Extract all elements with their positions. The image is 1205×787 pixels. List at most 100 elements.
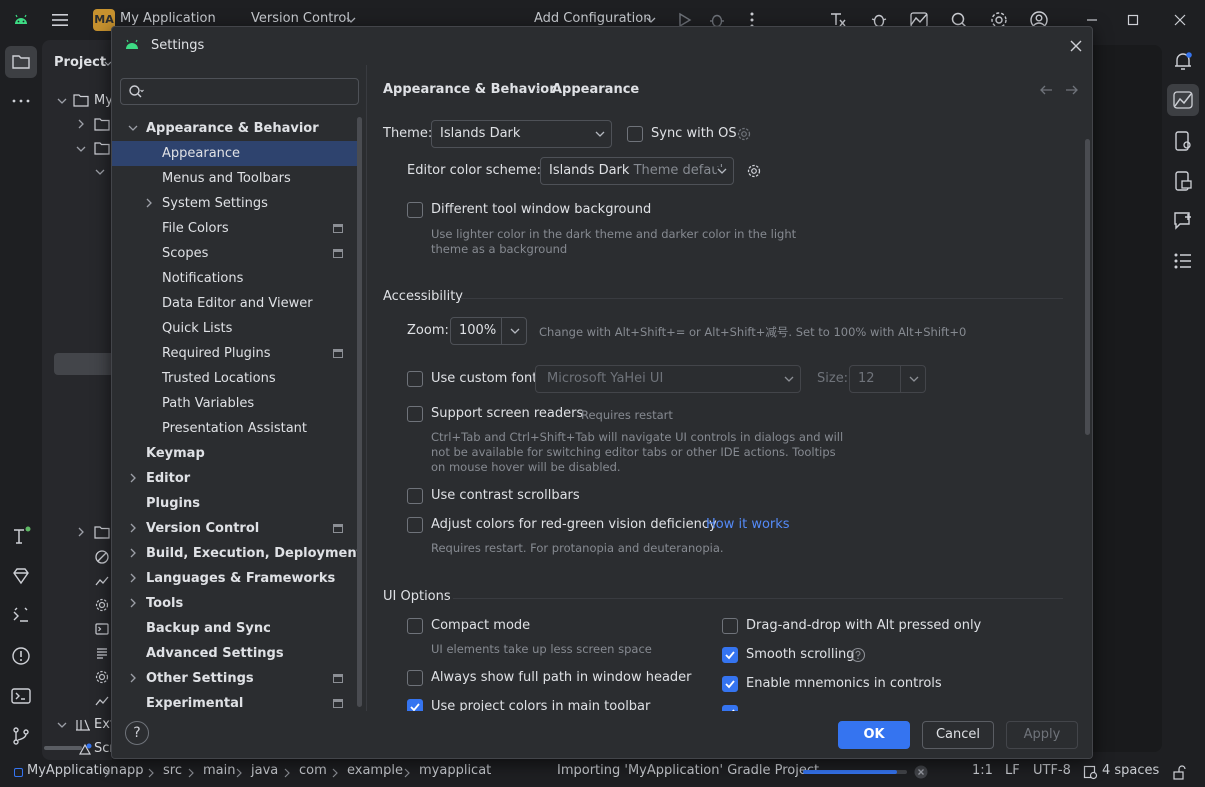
close-icon[interactable] xyxy=(1068,38,1084,54)
screen-readers-checkbox[interactable] xyxy=(407,406,423,422)
contrast-scrollbars-checkbox[interactable] xyxy=(407,488,423,504)
tree-item[interactable]: Presentation Assistant xyxy=(112,416,357,441)
gear-icon[interactable] xyxy=(746,163,762,179)
tree-item[interactable]: Appearance & Behavior xyxy=(112,116,357,141)
main-menu-icon[interactable] xyxy=(50,11,70,29)
breadcrumb-segment[interactable]: main xyxy=(203,763,235,778)
structure-icon[interactable] xyxy=(1171,249,1195,273)
tree-item[interactable]: Backup and Sync xyxy=(112,616,357,641)
tree-item[interactable]: Notifications xyxy=(112,266,357,291)
project-name[interactable]: My Application xyxy=(120,11,216,26)
chevron-down-icon[interactable] xyxy=(57,720,67,730)
horizontal-scrollbar[interactable] xyxy=(44,746,82,750)
full-path-label[interactable]: Always show full path in window header xyxy=(431,670,692,685)
tree-item[interactable]: Appearance xyxy=(112,141,357,166)
drag-drop-label[interactable]: Drag-and-drop with Alt pressed only xyxy=(746,618,981,633)
build-icon[interactable] xyxy=(9,524,33,548)
smooth-scrolling-label[interactable]: Smooth scrolling xyxy=(746,647,855,662)
breadcrumb-parent[interactable]: Appearance & Behavior xyxy=(383,82,556,97)
help-icon[interactable] xyxy=(850,647,866,663)
back-arrow-icon[interactable] xyxy=(1039,84,1053,96)
chevron-down-icon[interactable] xyxy=(128,123,138,133)
tree-item[interactable]: Languages & Frameworks xyxy=(112,566,357,591)
breadcrumb-segment[interactable]: src xyxy=(163,763,182,778)
diff-bg-label[interactable]: Different tool window background xyxy=(431,202,651,217)
app-quality-tool-icon[interactable] xyxy=(1167,84,1199,116)
tree-item[interactable]: Keymap xyxy=(112,441,357,466)
tree-item[interactable]: Editor xyxy=(112,466,357,491)
tree-item[interactable]: Other Settings xyxy=(112,666,357,691)
cancel-button[interactable]: Cancel xyxy=(922,721,994,749)
cancel-task-icon[interactable] xyxy=(913,764,929,780)
compact-mode-checkbox[interactable] xyxy=(407,618,423,634)
chevron-right-icon[interactable] xyxy=(76,527,86,537)
tree-item[interactable]: Path Variables xyxy=(112,391,357,416)
chevron-right-icon[interactable] xyxy=(128,598,138,608)
problems-icon[interactable] xyxy=(9,644,33,668)
indent-setting[interactable]: 4 spaces xyxy=(1102,763,1159,778)
running-devices-icon[interactable] xyxy=(1171,209,1195,233)
device-manager-icon[interactable] xyxy=(1171,129,1195,153)
breadcrumb-segment[interactable]: example xyxy=(347,763,403,778)
sync-os-checkbox[interactable] xyxy=(627,126,643,142)
compact-mode-label[interactable]: Compact mode xyxy=(431,618,530,633)
theme-combo[interactable]: Islands Dark xyxy=(431,120,612,148)
tree-item[interactable]: Experimental xyxy=(112,691,357,711)
breadcrumb-segment[interactable]: com xyxy=(299,763,327,778)
project-panel-title[interactable]: Project xyxy=(54,55,106,70)
settings-search-input[interactable] xyxy=(120,78,359,105)
project-colors-checkbox[interactable] xyxy=(407,699,423,711)
forward-arrow-icon[interactable] xyxy=(1065,84,1079,96)
notifications-icon[interactable] xyxy=(1171,49,1195,73)
run-config-widget[interactable]: Add Configuration xyxy=(534,11,651,26)
terminal-icon[interactable] xyxy=(9,684,33,708)
project-colors-label[interactable]: Use project colors in main toolbar xyxy=(431,699,650,711)
zoom-combo[interactable]: 100% xyxy=(450,317,527,345)
file-encoding[interactable]: UTF-8 xyxy=(1033,763,1071,778)
how-it-works-link[interactable]: How it works xyxy=(706,517,790,532)
size-combo[interactable]: 12 xyxy=(849,365,926,393)
gem-icon[interactable] xyxy=(9,564,33,588)
scheme-combo[interactable]: Islands Dark Theme defaul xyxy=(540,157,734,185)
background-task-label[interactable]: Importing 'MyApplication' Gradle Project xyxy=(557,763,819,778)
caret-position[interactable]: 1:1 xyxy=(972,763,993,778)
chevron-right-icon[interactable] xyxy=(128,523,138,533)
breadcrumb-segment[interactable]: myapplicat xyxy=(419,763,491,778)
tree-item[interactable]: System Settings xyxy=(112,191,357,216)
tree-item[interactable]: Version Control xyxy=(112,516,357,541)
more-tools-icon[interactable] xyxy=(9,89,33,113)
tree-item[interactable]: Data Editor and Viewer xyxy=(112,291,357,316)
chevron-down-icon[interactable] xyxy=(95,167,105,177)
device-explorer-icon[interactable] xyxy=(1171,169,1195,193)
red-green-label[interactable]: Adjust colors for red-green vision defic… xyxy=(431,517,717,532)
line-separator[interactable]: LF xyxy=(1005,763,1020,778)
mnemonics-label[interactable]: Enable mnemonics in controls xyxy=(746,676,942,691)
maximize-icon[interactable] xyxy=(1121,8,1145,32)
chevron-right-icon[interactable] xyxy=(76,119,86,129)
apply-button[interactable]: Apply xyxy=(1006,721,1078,749)
chevron-down-icon[interactable] xyxy=(57,96,67,106)
custom-font-checkbox[interactable] xyxy=(407,371,423,387)
tree-item[interactable]: Quick Lists xyxy=(112,316,357,341)
chevron-right-icon[interactable] xyxy=(128,548,138,558)
tree-item[interactable]: File Colors xyxy=(112,216,357,241)
smooth-scrolling-checkbox[interactable] xyxy=(722,647,738,663)
vcs-widget[interactable]: Version Control xyxy=(251,11,350,26)
red-green-checkbox[interactable] xyxy=(407,517,423,533)
chevron-right-icon[interactable] xyxy=(128,473,138,483)
chevron-right-icon[interactable] xyxy=(128,573,138,583)
git-icon[interactable] xyxy=(9,724,33,748)
tree-item[interactable]: Required Plugins xyxy=(112,341,357,366)
gear-icon[interactable] xyxy=(736,126,752,142)
help-icon[interactable]: ? xyxy=(125,721,149,745)
sync-os-label[interactable]: Sync with OS xyxy=(651,126,737,141)
tree-scrollbar[interactable] xyxy=(357,117,362,707)
tree-item[interactable]: Trusted Locations xyxy=(112,366,357,391)
tree-item[interactable]: Menus and Toolbars xyxy=(112,166,357,191)
tree-item[interactable]: Advanced Settings xyxy=(112,641,357,666)
breadcrumb-segment[interactable]: app xyxy=(119,763,143,778)
tree-item[interactable]: Scopes xyxy=(112,241,357,266)
logcat-icon[interactable] xyxy=(9,604,33,628)
window-close-icon[interactable] xyxy=(1168,8,1192,32)
content-scrollbar[interactable] xyxy=(1085,139,1090,435)
